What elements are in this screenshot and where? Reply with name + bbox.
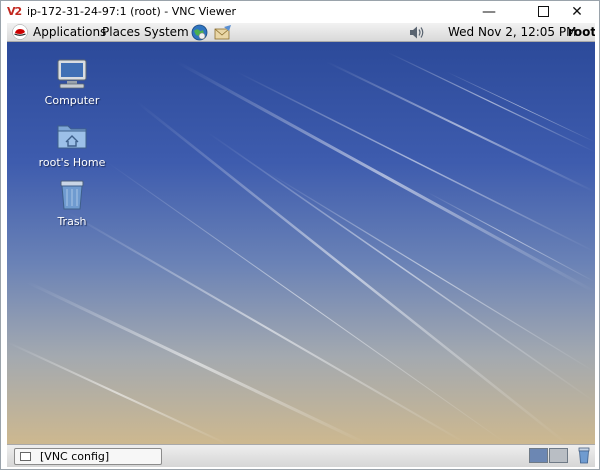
maximize-icon bbox=[537, 5, 549, 17]
user-menu[interactable]: root bbox=[568, 25, 595, 40]
workspace-1[interactable] bbox=[529, 448, 548, 463]
top-panel: Applications Places System Wed Nov 2, 12… bbox=[7, 23, 595, 42]
home-folder-icon bbox=[57, 125, 87, 149]
redhat-icon[interactable] bbox=[12, 24, 28, 40]
computer-icon bbox=[57, 59, 87, 89]
taskbar-button-label: [VNC config] bbox=[40, 450, 110, 463]
trash-icon[interactable] bbox=[577, 447, 591, 464]
vnc-logo-icon: V2 bbox=[7, 5, 22, 18]
system-menu[interactable]: System bbox=[144, 25, 189, 40]
desktop-icon-home[interactable]: root's Home bbox=[27, 118, 117, 169]
applications-menu[interactable]: Applications bbox=[33, 25, 106, 40]
volume-icon[interactable] bbox=[408, 25, 426, 40]
trash-icon bbox=[60, 180, 84, 210]
remote-screen[interactable]: Applications Places System Wed Nov 2, 12… bbox=[7, 23, 595, 467]
vnc-viewer-window: V2 ip-172-31-24-97:1 (root) - VNC Viewer… bbox=[0, 0, 600, 470]
window-title: ip-172-31-24-97:1 (root) - VNC Viewer bbox=[27, 5, 237, 18]
minimize-button[interactable]: — bbox=[467, 1, 511, 23]
desktop-icon-label: root's Home bbox=[38, 156, 106, 169]
mail-icon[interactable] bbox=[214, 24, 232, 41]
workspace-2[interactable] bbox=[549, 448, 568, 463]
window-icon bbox=[20, 452, 31, 461]
title-bar[interactable]: V2 ip-172-31-24-97:1 (root) - VNC Viewer… bbox=[1, 1, 599, 23]
desktop[interactable]: Computer root's Home Trash bbox=[7, 42, 595, 444]
desktop-icon-computer[interactable]: Computer bbox=[27, 56, 117, 107]
close-button[interactable]: ✕ bbox=[555, 1, 599, 23]
desktop-icon-label: Trash bbox=[57, 215, 87, 228]
desktop-icon-trash[interactable]: Trash bbox=[27, 177, 117, 228]
places-menu[interactable]: Places bbox=[102, 25, 140, 40]
browser-icon[interactable] bbox=[191, 24, 208, 41]
desktop-icon-label: Computer bbox=[44, 94, 100, 107]
clock[interactable]: Wed Nov 2, 12:05 PM bbox=[448, 25, 576, 40]
taskbar-button-vnc-config[interactable]: [VNC config] bbox=[14, 448, 162, 465]
bottom-panel: [VNC config] bbox=[7, 444, 595, 467]
